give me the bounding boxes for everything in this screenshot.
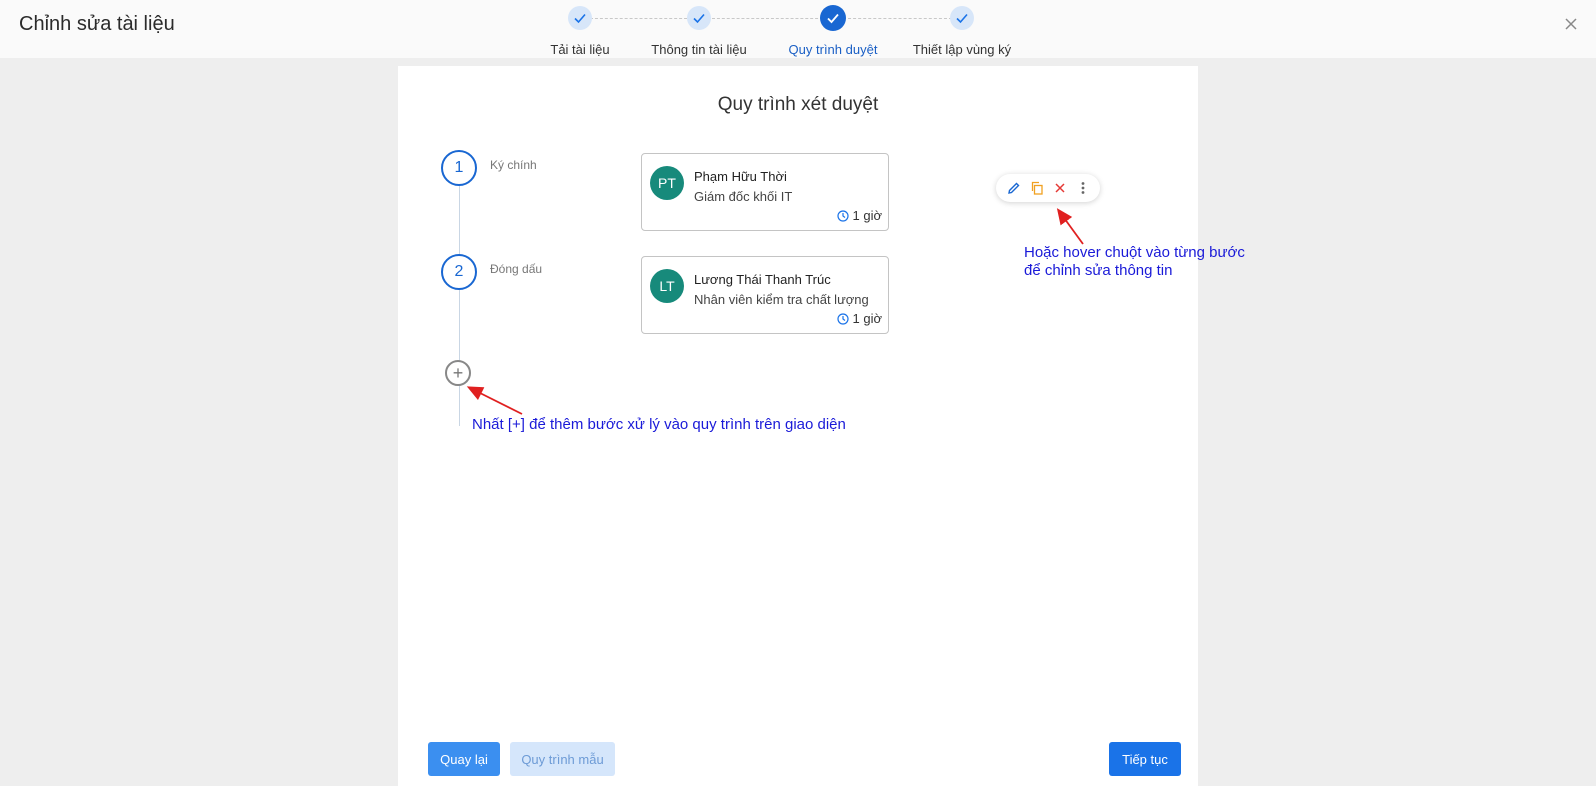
arrow-to-add-button: [466, 386, 523, 415]
template-workflow-button[interactable]: Quy trình mẫu: [510, 742, 615, 776]
arrow-to-toolbar: [1056, 208, 1084, 245]
page-title: Chỉnh sửa tài liệu: [19, 13, 175, 35]
annotation-arrows: [466, 208, 1084, 415]
check-icon: [950, 6, 974, 30]
check-icon: [820, 5, 846, 31]
workflow-panel: Quy trình xét duyệt 1 Ký chính PT Phạm H…: [398, 66, 1245, 786]
back-button[interactable]: Quay lại: [428, 742, 500, 776]
stepper-step-label: Thiết lập vùng ký: [912, 42, 1012, 57]
stepper-step-signature[interactable]: Thiết lập vùng ký: [882, 6, 1042, 57]
top-bar: Chỉnh sửa tài liệu Tải tài liệu Thông ti…: [0, 0, 1596, 58]
close-icon[interactable]: [1562, 16, 1580, 34]
check-icon: [687, 6, 711, 30]
check-icon: [568, 6, 592, 30]
continue-button[interactable]: Tiếp tục: [1109, 742, 1181, 776]
